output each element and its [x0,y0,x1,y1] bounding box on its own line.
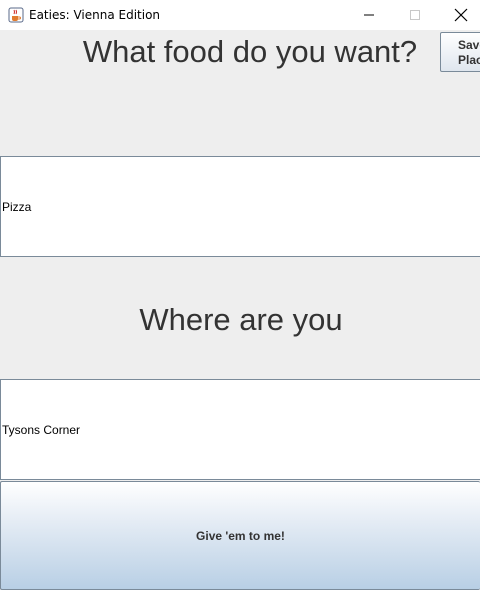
location-question-heading: Where are you [139,302,343,337]
maximize-icon [410,10,420,20]
close-button[interactable] [438,0,480,30]
submit-button[interactable]: Give 'em to me! [0,481,480,590]
food-input[interactable] [0,156,480,257]
java-cup-icon [8,7,24,23]
maximize-button[interactable] [392,0,438,30]
close-icon [454,8,468,22]
window-title: Eaties: Vienna Edition [29,8,161,22]
app-window: Eaties: Vienna Edition What food do you … [0,0,480,590]
location-input[interactable] [0,379,480,480]
save-place-button[interactable]: Save Plac [440,32,480,72]
minimize-icon [364,14,374,16]
food-question-heading: What food do you want? [82,34,418,69]
minimize-button[interactable] [346,0,392,30]
title-bar: Eaties: Vienna Edition [0,0,480,30]
